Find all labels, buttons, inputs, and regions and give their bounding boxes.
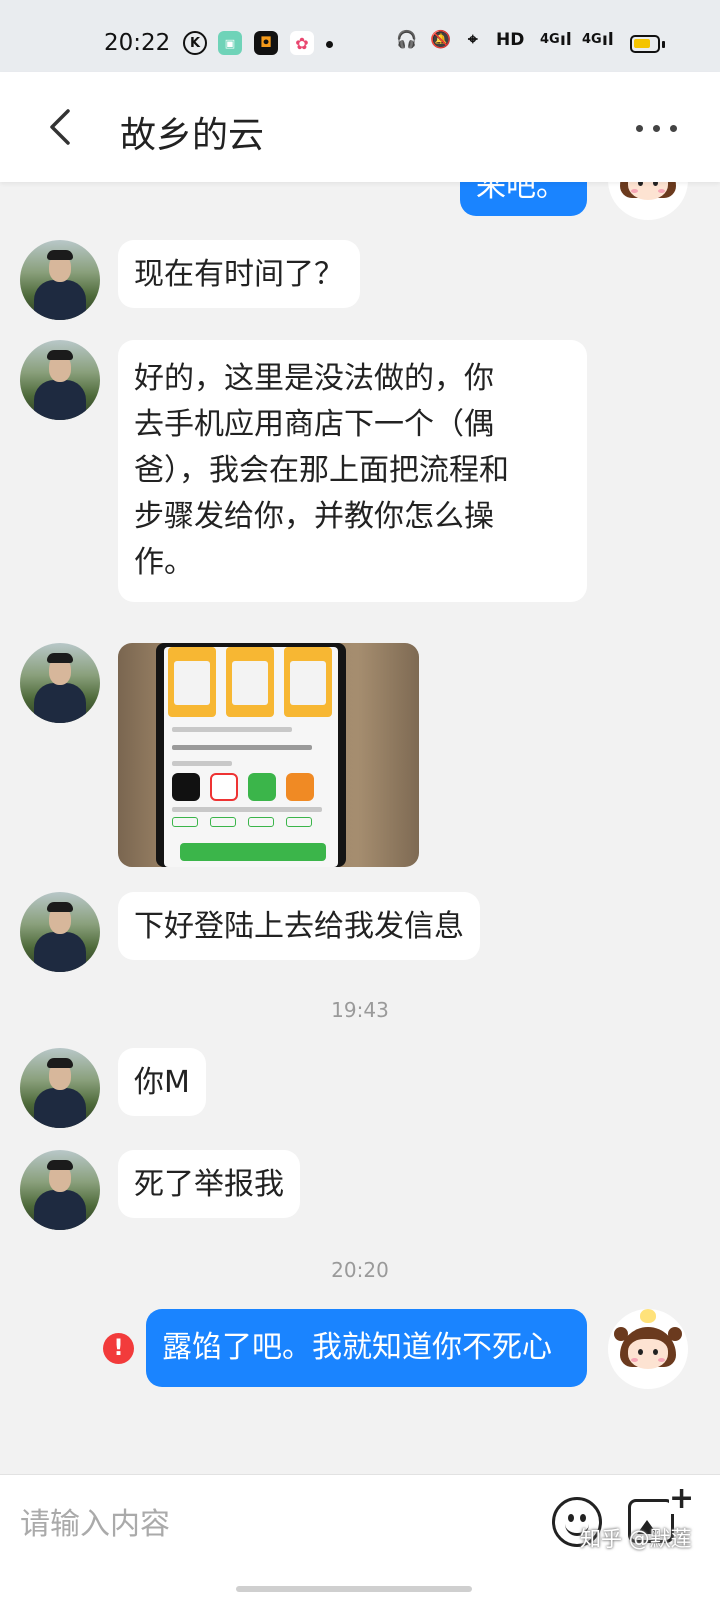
error-icon[interactable]: ! bbox=[103, 1333, 134, 1364]
back-button[interactable] bbox=[30, 97, 90, 157]
message-text: 死了举报我 bbox=[134, 1167, 284, 1202]
message-line: 好的，这里是没法做的，你 bbox=[134, 361, 494, 396]
message-input[interactable]: 请输入内容 bbox=[20, 1503, 520, 1547]
message-text: 现在有时间了？ bbox=[134, 257, 344, 292]
hd-indicator: HD bbox=[496, 30, 525, 50]
phone-photo bbox=[156, 643, 346, 867]
message-bubble-received[interactable]: 死了举报我 bbox=[118, 1150, 300, 1218]
message-line: 步骤发给你，并教你怎么操 bbox=[134, 499, 494, 534]
message-bubble-received[interactable]: 现在有时间了？ bbox=[118, 240, 360, 308]
message-timestamp: 19:43 bbox=[331, 998, 389, 1022]
more-button[interactable] bbox=[636, 116, 696, 140]
message-line: 爸），我会在那上面把流程和 bbox=[134, 453, 509, 488]
emoji-icon bbox=[568, 1514, 574, 1522]
notification-app-icon: ◘ bbox=[254, 31, 278, 55]
message-text: 露馅了吧。我就知道你不死心 bbox=[162, 1330, 552, 1365]
watermark: 知乎 @默莲 bbox=[580, 1527, 692, 1551]
signal-label-1: 4G bbox=[540, 32, 560, 47]
chat-header: 故乡的云 bbox=[0, 72, 720, 182]
message-text: 你M bbox=[134, 1065, 190, 1100]
headphones-icon: 🎧 bbox=[396, 30, 418, 50]
location-icon: ⌖ bbox=[468, 30, 478, 50]
signal-label-2: 4G bbox=[582, 32, 602, 47]
home-indicator[interactable] bbox=[236, 1586, 472, 1592]
photos-app-icon: ✿ bbox=[290, 31, 314, 55]
battery-icon bbox=[630, 35, 660, 53]
contact-avatar[interactable] bbox=[20, 240, 100, 320]
muted-bell-icon: 🔕 bbox=[430, 30, 452, 50]
contact-avatar[interactable] bbox=[20, 892, 100, 972]
signal-bars-icon: ıl bbox=[602, 30, 614, 50]
message-text: 下好登陆上去给我发信息 bbox=[134, 909, 464, 944]
signal-bars-icon: ıl bbox=[560, 30, 572, 50]
battery-cap bbox=[662, 41, 665, 48]
chevron-left-icon bbox=[50, 109, 70, 145]
status-time: 20:22 bbox=[104, 30, 171, 56]
message-bubble-received[interactable]: 好的，这里是没法做的，你 去手机应用商店下一个（偶 爸），我会在那上面把流程和 … bbox=[118, 340, 587, 602]
message-bubble-received[interactable]: 下好登陆上去给我发信息 bbox=[118, 892, 480, 960]
contact-avatar[interactable] bbox=[20, 643, 100, 723]
contact-avatar[interactable] bbox=[20, 1048, 100, 1128]
k-app-icon: K bbox=[183, 31, 207, 55]
chat-title: 故乡的云 bbox=[120, 115, 265, 156]
more-horizontal-icon bbox=[636, 124, 643, 132]
message-timestamp: 20:20 bbox=[331, 1258, 389, 1282]
message-line: 去手机应用商店下一个（偶 bbox=[134, 407, 494, 442]
contact-avatar[interactable] bbox=[20, 340, 100, 420]
more-notifications-dot bbox=[326, 41, 333, 48]
my-avatar[interactable] bbox=[608, 1309, 688, 1389]
message-bubble-received[interactable]: 你M bbox=[118, 1048, 206, 1116]
input-bar: 请输入内容 + 知乎 @默莲 bbox=[0, 1474, 720, 1600]
contact-avatar[interactable] bbox=[20, 1150, 100, 1230]
message-bubble-sent[interactable]: 露馅了吧。我就知道你不死心 bbox=[146, 1309, 587, 1387]
image-message[interactable] bbox=[118, 643, 419, 867]
message-line: 作。 bbox=[134, 545, 194, 580]
notification-app-icon: ▣ bbox=[218, 31, 242, 55]
status-bar: 20:22 K ▣ ◘ ✿ 🎧 🔕 ⌖ HD 4G ıl 4G ıl bbox=[0, 0, 720, 72]
